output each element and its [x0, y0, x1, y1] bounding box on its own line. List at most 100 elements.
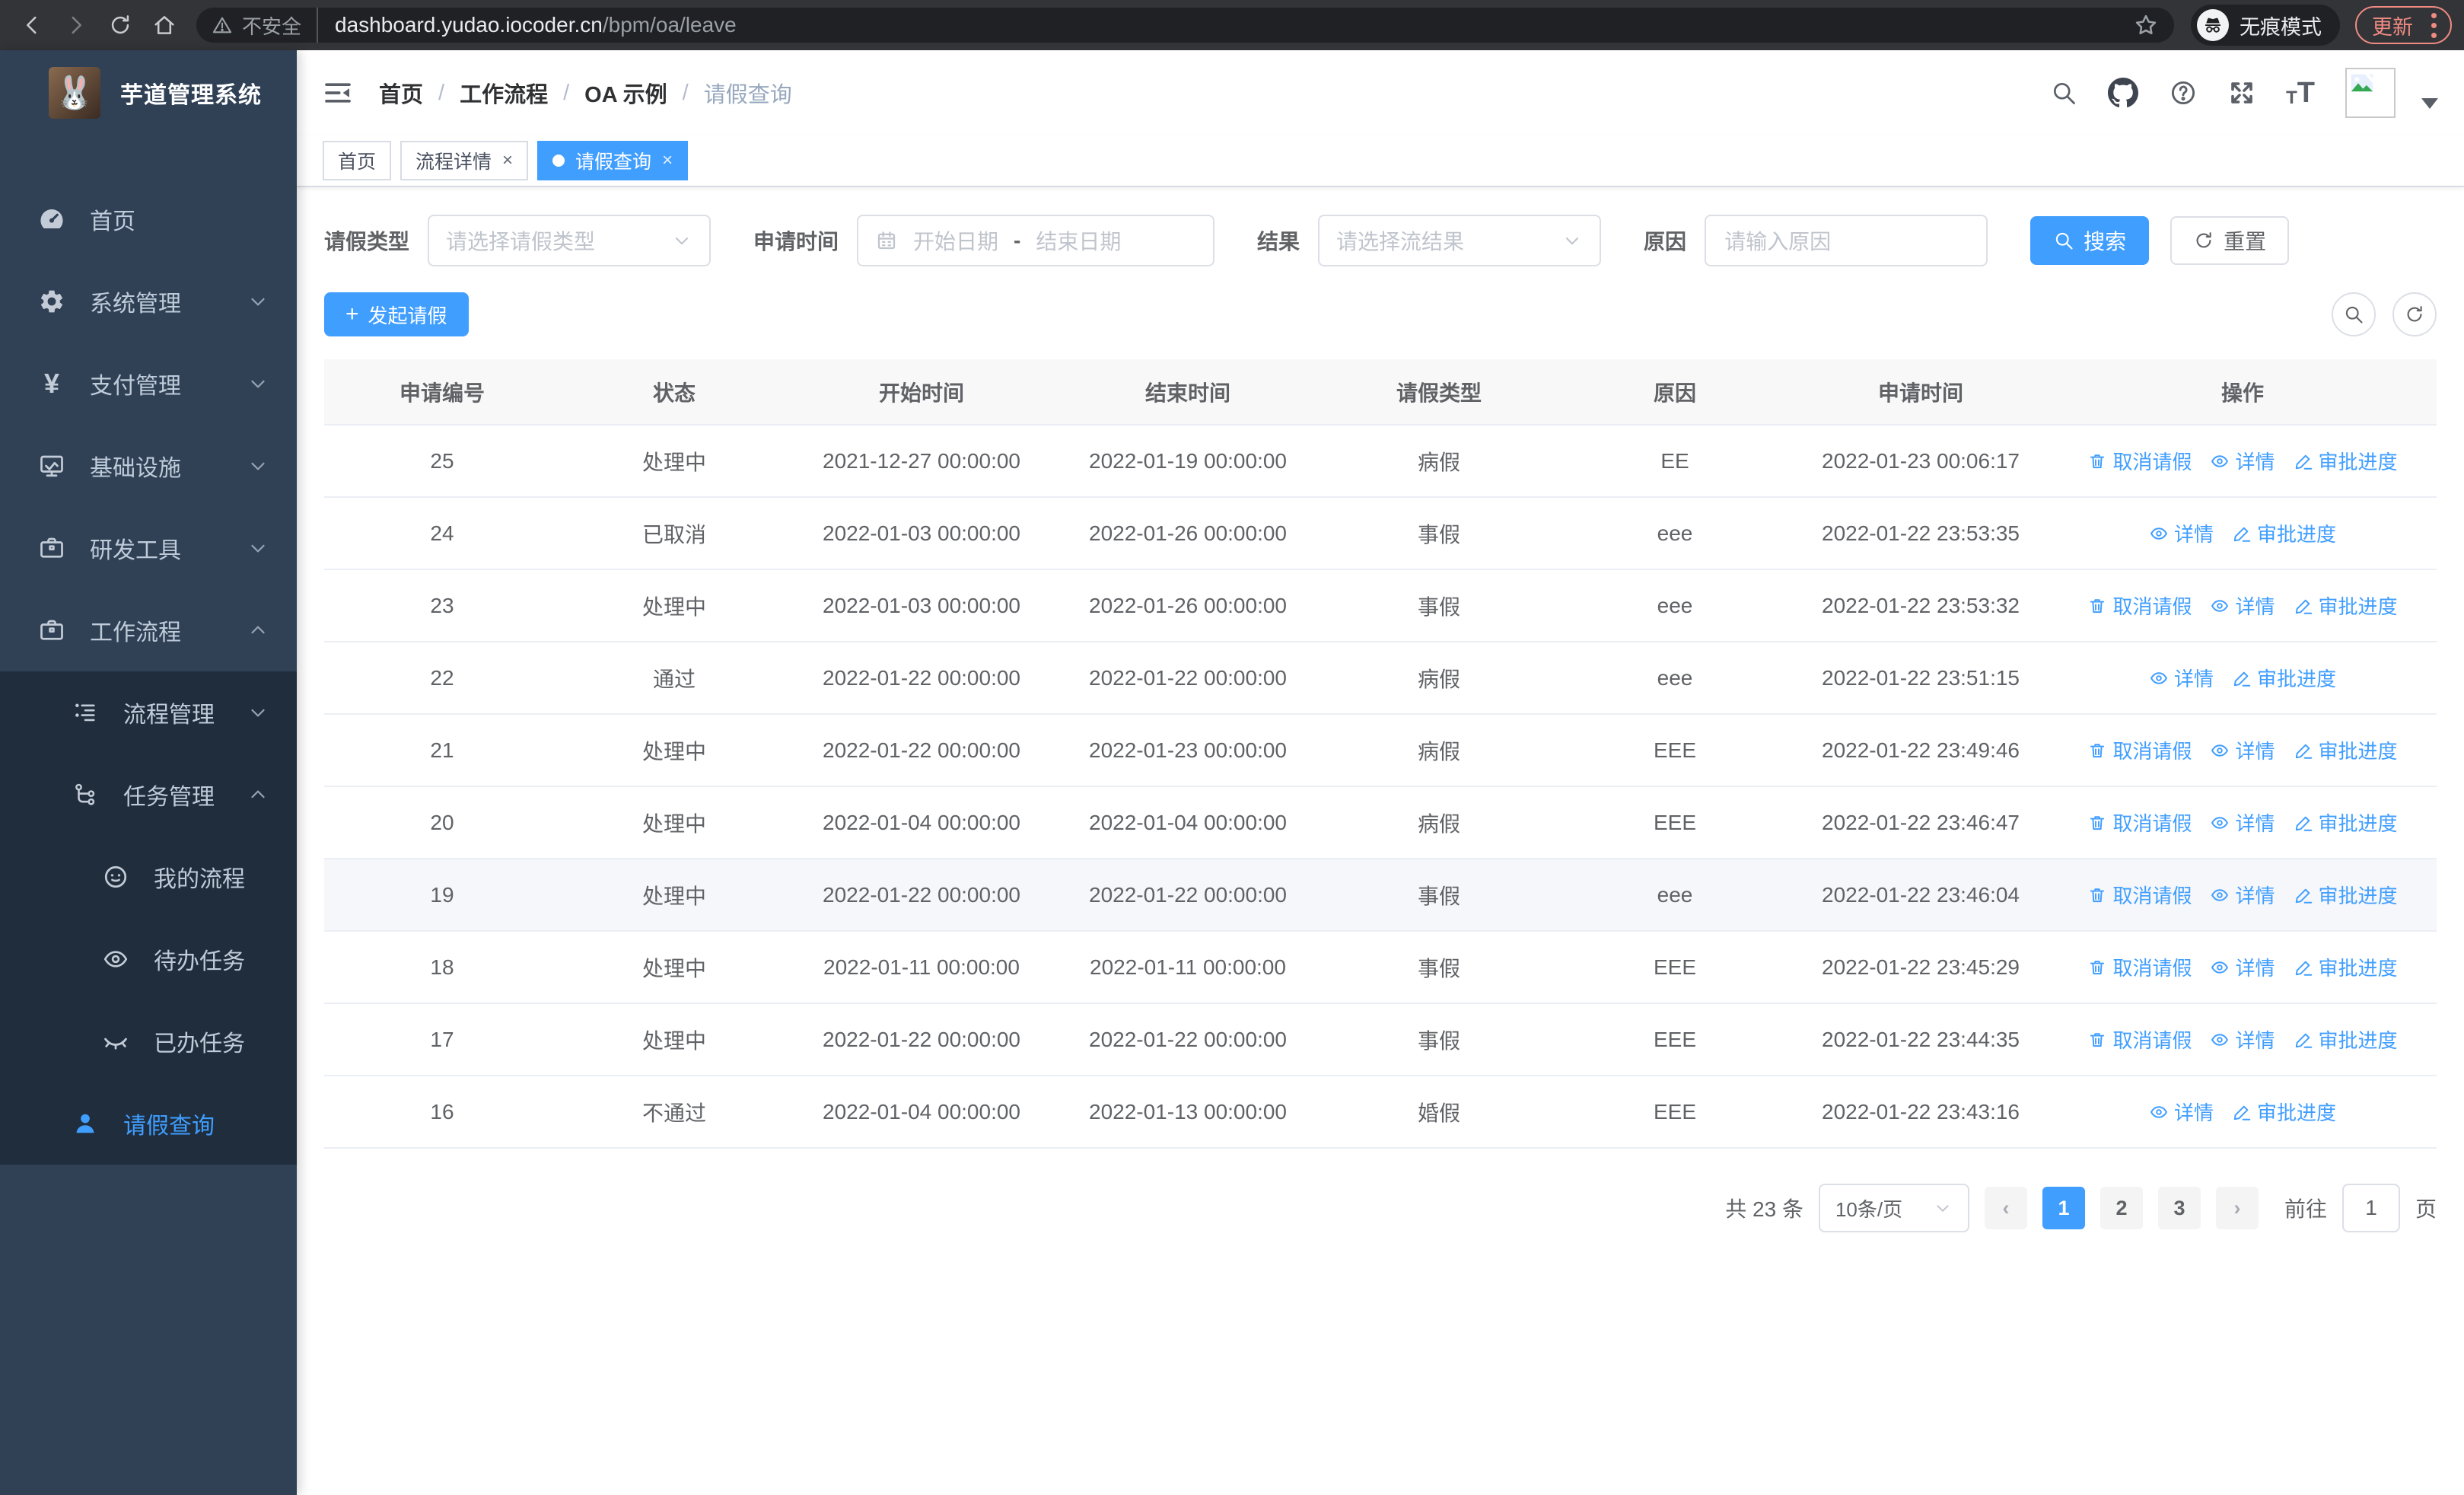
browser-forward-button[interactable] [56, 5, 96, 45]
pen-icon [2294, 813, 2313, 833]
cancel-leave-link[interactable]: 取消请假 [2087, 808, 2192, 837]
detail-link[interactable]: 详情 [2210, 808, 2275, 837]
search-button[interactable]: 搜索 [2030, 216, 2150, 265]
sidebar-item-task-mgmt[interactable]: 任务管理 [0, 754, 297, 836]
cancel-leave-link[interactable]: 取消请假 [2087, 447, 2192, 475]
eye-icon [2210, 958, 2230, 977]
trash-icon [2087, 1030, 2107, 1050]
next-page-button[interactable]: › [2215, 1187, 2259, 1229]
approval-progress-link[interactable]: 审批进度 [2294, 881, 2398, 909]
help-icon[interactable] [2169, 78, 2198, 107]
sidebar-item-system[interactable]: 系统管理 [0, 260, 297, 343]
sidebar-item-todo-tasks[interactable]: 待办任务 [0, 918, 297, 1000]
approval-progress-link[interactable]: 审批进度 [2232, 519, 2336, 547]
tab-home[interactable]: 首页 [323, 141, 392, 180]
cancel-leave-link[interactable]: 取消请假 [2087, 736, 2192, 764]
active-tab-dot [552, 155, 565, 167]
detail-link[interactable]: 详情 [2210, 591, 2275, 620]
breadcrumb-oa-example[interactable]: OA 示例 [584, 77, 667, 109]
approval-progress-link[interactable]: 审批进度 [2294, 953, 2398, 981]
address-bar[interactable]: 不安全 dashboard.yudao.iocoder.cn/bpm/oa/le… [196, 8, 2174, 43]
avatar[interactable] [2345, 68, 2396, 118]
leave-type-select[interactable]: 请选择请假类型 [428, 215, 712, 266]
approval-progress-link[interactable]: 审批进度 [2294, 591, 2398, 620]
security-chip[interactable]: 不安全 [196, 8, 319, 43]
breadcrumb-workflow[interactable]: 工作流程 [460, 77, 548, 109]
eye-icon [2210, 1030, 2230, 1050]
page-size-select[interactable]: 10条/页 [1818, 1184, 1969, 1232]
approval-progress-link[interactable]: 审批进度 [2232, 664, 2336, 692]
bookmark-star-icon[interactable] [2122, 12, 2170, 38]
pen-icon [2232, 524, 2252, 543]
prev-page-button[interactable]: ‹ [1984, 1187, 2027, 1229]
detail-link[interactable]: 详情 [2149, 1098, 2214, 1126]
app-title: 芋道管理系统 [120, 83, 262, 108]
col-header-id: 申请编号 [324, 359, 560, 426]
cancel-leave-link[interactable]: 取消请假 [2087, 591, 2192, 620]
cancel-leave-link[interactable]: 取消请假 [2087, 881, 2192, 909]
approval-progress-link[interactable]: 审批进度 [2294, 447, 2398, 475]
sidebar-item-home[interactable]: 首页 [0, 178, 297, 260]
incognito-icon [2197, 9, 2229, 41]
toggle-search-button[interactable] [2332, 292, 2376, 336]
create-leave-button[interactable]: + 发起请假 [324, 292, 469, 336]
goto-page-input[interactable]: 1 [2341, 1184, 2400, 1232]
refresh-table-button[interactable] [2392, 292, 2437, 336]
result-select[interactable]: 请选择流结果 [1318, 215, 1602, 266]
briefcase-icon [33, 617, 70, 644]
browser-menu-icon[interactable] [2425, 12, 2443, 38]
page-content: 请假类型 请选择请假类型 申请时间 开始日期 - 结束日期 结果 请选择流结果 … [297, 187, 2464, 1495]
sidebar-item-done-tasks[interactable]: 已办任务 [0, 1000, 297, 1082]
sidebar-menu: 首页 系统管理 ¥ 支付管理 基础设施 研发工具 工作流程 流程管理 任务管理 … [0, 135, 297, 1165]
close-icon[interactable]: × [502, 151, 513, 170]
sidebar-item-infra[interactable]: 基础设施 [0, 425, 297, 507]
sidebar-item-my-process[interactable]: 我的流程 [0, 836, 297, 918]
reason-input[interactable]: 请输入原因 [1705, 215, 1988, 266]
page-button-2[interactable]: 2 [2099, 1187, 2143, 1229]
apply-time-label: 申请时间 [753, 230, 839, 253]
cancel-leave-link[interactable]: 取消请假 [2087, 953, 2192, 981]
approval-progress-link[interactable]: 审批进度 [2232, 1098, 2336, 1126]
fullscreen-icon[interactable] [2228, 79, 2255, 107]
tab-process-detail[interactable]: 流程详情 × [400, 141, 529, 180]
close-icon[interactable]: × [662, 151, 673, 170]
detail-link[interactable]: 详情 [2210, 881, 2275, 909]
approval-progress-link[interactable]: 审批进度 [2294, 808, 2398, 837]
app-logo-row[interactable]: 🐰 芋道管理系统 [0, 50, 297, 135]
sidebar-item-process-mgmt[interactable]: 流程管理 [0, 671, 297, 754]
browser-back-button[interactable] [12, 5, 52, 45]
detail-link[interactable]: 详情 [2149, 664, 2214, 692]
detail-link[interactable]: 详情 [2210, 447, 2275, 475]
sidebar-item-payment[interactable]: ¥ 支付管理 [0, 343, 297, 425]
table-row: 17 处理中 2022-01-22 00:00:00 2022-01-22 00:00… [324, 1003, 2437, 1076]
trash-icon [2087, 885, 2107, 905]
sidebar-item-workflow[interactable]: 工作流程 [0, 589, 297, 671]
reset-button[interactable]: 重置 [2170, 216, 2290, 265]
header-search-icon[interactable] [2050, 79, 2077, 107]
font-size-icon[interactable]: TT [2286, 78, 2315, 107]
page-button-1[interactable]: 1 [2042, 1187, 2085, 1229]
approval-progress-link[interactable]: 审批进度 [2294, 736, 2398, 764]
avatar-dropdown-caret-icon[interactable] [2421, 98, 2438, 109]
detail-link[interactable]: 详情 [2210, 1025, 2275, 1054]
chevron-down-icon [247, 454, 269, 477]
detail-link[interactable]: 详情 [2149, 519, 2214, 547]
browser-home-button[interactable] [145, 5, 184, 45]
sidebar-item-devtools[interactable]: 研发工具 [0, 507, 297, 589]
apply-time-range-picker[interactable]: 开始日期 - 结束日期 [857, 215, 1215, 266]
filter-form: 请假类型 请选择请假类型 申请时间 开始日期 - 结束日期 结果 请选择流结果 … [324, 215, 2437, 266]
breadcrumb-home[interactable]: 首页 [379, 77, 423, 109]
chevron-down-icon [1933, 1198, 1953, 1218]
page-button-3[interactable]: 3 [2157, 1187, 2201, 1229]
tab-leave-query[interactable]: 请假查询 × [537, 141, 689, 180]
top-navbar: 首页 / 工作流程 / OA 示例 / 请假查询 TT [297, 50, 2464, 135]
browser-reload-button[interactable] [100, 5, 140, 45]
sidebar-collapse-button[interactable] [323, 78, 353, 108]
github-icon[interactable] [2108, 78, 2138, 108]
cancel-leave-link[interactable]: 取消请假 [2087, 1025, 2192, 1054]
detail-link[interactable]: 详情 [2210, 736, 2275, 764]
browser-update-button[interactable]: 更新 [2355, 6, 2452, 44]
detail-link[interactable]: 详情 [2210, 953, 2275, 981]
sidebar-item-leave-query[interactable]: 请假查询 [0, 1082, 297, 1165]
approval-progress-link[interactable]: 审批进度 [2294, 1025, 2398, 1054]
